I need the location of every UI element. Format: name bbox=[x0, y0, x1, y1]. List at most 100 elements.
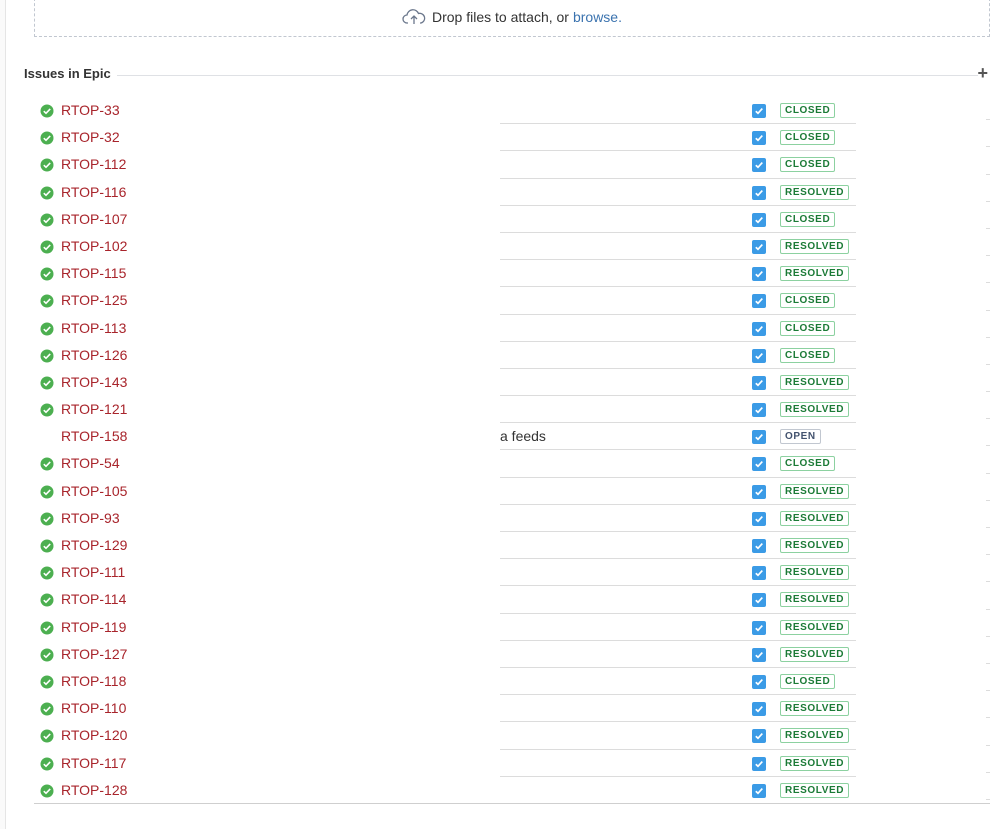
issue-key-link[interactable]: RTOP-105 bbox=[61, 483, 127, 499]
issue-key-link[interactable]: RTOP-112 bbox=[61, 156, 126, 172]
issue-key-link[interactable]: RTOP-33 bbox=[61, 102, 120, 118]
checkbox-icon[interactable] bbox=[752, 403, 766, 418]
done-check-icon bbox=[40, 267, 54, 281]
checkbox-icon[interactable] bbox=[752, 375, 766, 390]
issue-key-link[interactable]: RTOP-107 bbox=[61, 211, 127, 227]
checkbox-icon[interactable] bbox=[752, 267, 766, 282]
issue-row[interactable]: RTOP-119 RESOLVED bbox=[34, 614, 990, 641]
issue-key-link[interactable]: RTOP-120 bbox=[61, 727, 127, 743]
attachment-dropzone[interactable]: Drop files to attach, or browse. bbox=[34, 0, 990, 37]
issue-key-link[interactable]: RTOP-117 bbox=[61, 755, 126, 771]
status-badge: RESOLVED bbox=[780, 402, 850, 418]
issue-key-link[interactable]: RTOP-116 bbox=[61, 184, 126, 200]
checkbox-icon[interactable] bbox=[752, 104, 766, 118]
checkbox-icon[interactable] bbox=[752, 185, 766, 200]
checkbox-icon[interactable] bbox=[752, 457, 766, 472]
status-badge: OPEN bbox=[780, 429, 821, 445]
done-check-icon bbox=[40, 457, 54, 471]
issue-key-link[interactable]: RTOP-102 bbox=[61, 238, 127, 254]
issue-row[interactable]: RTOP-107 CLOSED bbox=[34, 206, 990, 233]
checkbox-icon[interactable] bbox=[752, 484, 766, 499]
issue-key-link[interactable]: RTOP-125 bbox=[61, 292, 127, 308]
checkbox-icon[interactable] bbox=[752, 620, 766, 635]
issue-key-link[interactable]: RTOP-118 bbox=[61, 673, 126, 689]
issue-row[interactable]: RTOP-111 RESOLVED bbox=[34, 559, 990, 587]
issue-row[interactable]: RTOP-127 RESOLVED bbox=[34, 641, 990, 668]
issue-row[interactable]: RTOP-112 CLOSED bbox=[34, 151, 990, 179]
row-divider bbox=[986, 608, 990, 610]
done-check-icon bbox=[40, 403, 54, 417]
issue-key-link[interactable]: RTOP-129 bbox=[61, 537, 127, 553]
checkbox-icon[interactable] bbox=[752, 674, 766, 689]
issue-key-link[interactable]: RTOP-126 bbox=[61, 347, 127, 363]
checkbox-icon[interactable] bbox=[752, 593, 766, 608]
issue-row[interactable]: RTOP-32 CLOSED bbox=[34, 124, 990, 152]
browse-link[interactable]: browse. bbox=[573, 9, 622, 25]
issue-row[interactable]: RTOP-117 RESOLVED bbox=[34, 750, 990, 777]
issue-row[interactable]: RTOP-125 CLOSED bbox=[34, 287, 990, 315]
checkbox-icon[interactable] bbox=[752, 566, 766, 581]
checkbox-icon[interactable] bbox=[752, 430, 766, 445]
issue-key-link[interactable]: RTOP-32 bbox=[61, 129, 120, 145]
issue-key-link[interactable]: RTOP-143 bbox=[61, 374, 127, 390]
issue-row[interactable]: RTOP-121 RESOLVED bbox=[34, 396, 990, 424]
checkbox-icon[interactable] bbox=[752, 783, 766, 798]
issue-row[interactable]: RTOP-93 RESOLVED bbox=[34, 505, 990, 532]
issue-row[interactable]: RTOP-115 RESOLVED bbox=[34, 260, 990, 288]
issue-key-link[interactable]: RTOP-93 bbox=[61, 510, 120, 526]
checkbox-icon[interactable] bbox=[752, 647, 766, 662]
issue-row[interactable]: RTOP-54 CLOSED bbox=[34, 450, 990, 478]
issue-key-link[interactable]: RTOP-158 bbox=[61, 428, 127, 444]
checkbox-icon[interactable] bbox=[752, 756, 766, 771]
issue-key-link[interactable]: RTOP-113 bbox=[61, 320, 126, 336]
issue-row[interactable]: RTOP-128 RESOLVED bbox=[34, 777, 990, 804]
row-divider bbox=[986, 363, 990, 365]
issue-key-link[interactable]: RTOP-111 bbox=[61, 564, 125, 580]
status-badge: RESOLVED bbox=[780, 701, 850, 717]
issue-row[interactable]: RTOP-114 RESOLVED bbox=[34, 586, 990, 614]
issue-row[interactable]: RTOP-143 RESOLVED bbox=[34, 369, 990, 397]
row-divider bbox=[986, 744, 990, 746]
issues-in-epic-header: Issues in Epic + bbox=[24, 64, 990, 84]
issue-row[interactable]: RTOP-102 RESOLVED bbox=[34, 233, 990, 261]
checkbox-icon[interactable] bbox=[752, 131, 766, 146]
issue-key-link[interactable]: RTOP-119 bbox=[61, 619, 126, 635]
checkbox-icon[interactable] bbox=[752, 321, 766, 336]
issue-key-link[interactable]: RTOP-110 bbox=[61, 700, 126, 716]
checkbox-icon[interactable] bbox=[752, 729, 766, 744]
checkbox-icon[interactable] bbox=[752, 539, 766, 553]
status-badge: CLOSED bbox=[780, 130, 836, 146]
row-divider bbox=[986, 771, 990, 773]
checkbox-icon[interactable] bbox=[752, 511, 766, 526]
checkbox-icon[interactable] bbox=[752, 348, 766, 363]
add-issue-button[interactable]: + bbox=[977, 64, 988, 82]
issue-row[interactable]: RTOP-126 CLOSED bbox=[34, 342, 990, 369]
section-divider bbox=[116, 75, 978, 76]
issue-key-link[interactable]: RTOP-127 bbox=[61, 646, 127, 662]
checkbox-icon[interactable] bbox=[752, 212, 766, 227]
issue-key-link[interactable]: RTOP-54 bbox=[61, 455, 120, 471]
checkbox-icon[interactable] bbox=[752, 702, 766, 717]
issue-row[interactable]: RTOP-129 RESOLVED bbox=[34, 532, 990, 560]
done-check-icon bbox=[40, 757, 54, 771]
issue-row[interactable]: RTOP-120 RESOLVED bbox=[34, 722, 990, 750]
issue-row[interactable]: RTOP-118 CLOSED bbox=[34, 668, 990, 696]
issue-row[interactable]: RTOP-105 RESOLVED bbox=[34, 478, 990, 505]
issue-key-link[interactable]: RTOP-121 bbox=[61, 401, 127, 417]
issue-row[interactable]: RTOP-113 CLOSED bbox=[34, 315, 990, 342]
issue-key-link[interactable]: RTOP-115 bbox=[61, 265, 126, 281]
status-badge: RESOLVED bbox=[780, 728, 850, 744]
checkbox-icon[interactable] bbox=[752, 239, 766, 254]
checkbox-icon[interactable] bbox=[752, 294, 766, 309]
issue-row[interactable]: RTOP-33 CLOSED bbox=[34, 97, 990, 125]
issue-row[interactable]: RTOP-110 RESOLVED bbox=[34, 695, 990, 723]
row-divider bbox=[986, 418, 990, 420]
issue-key-link[interactable]: RTOP-128 bbox=[61, 782, 127, 798]
checkbox-icon[interactable] bbox=[752, 158, 766, 173]
status-badge: RESOLVED bbox=[780, 619, 850, 635]
left-rail bbox=[0, 0, 6, 829]
row-divider bbox=[986, 227, 990, 229]
issue-key-link[interactable]: RTOP-114 bbox=[61, 591, 126, 607]
issue-row[interactable]: RTOP-158 a feeds OPEN bbox=[34, 423, 990, 451]
issue-row[interactable]: RTOP-116 RESOLVED bbox=[34, 179, 990, 206]
